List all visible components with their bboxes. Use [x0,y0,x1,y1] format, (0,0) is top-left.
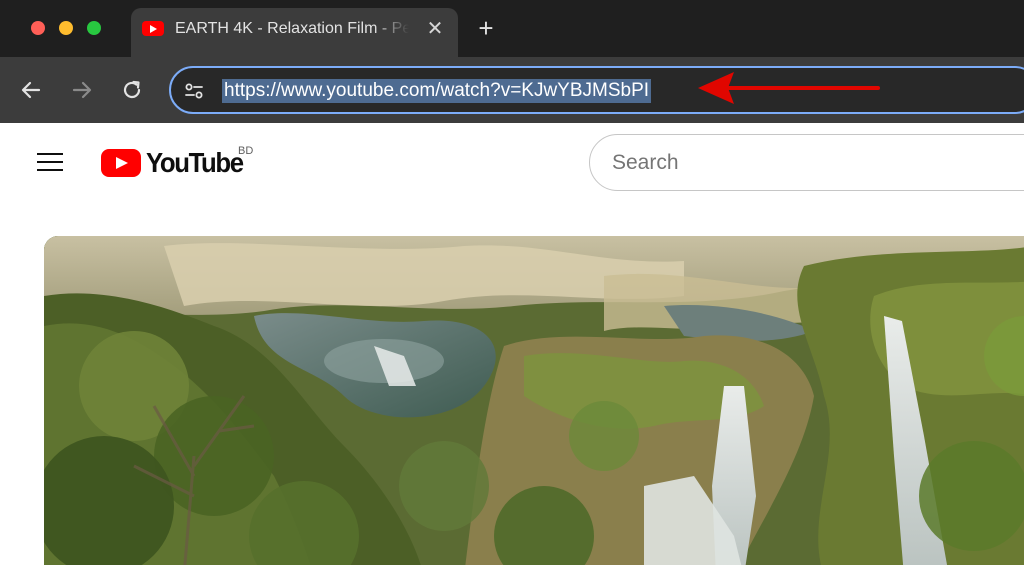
window-minimize-button[interactable] [59,21,73,35]
video-player[interactable] [44,236,1024,565]
new-tab-button[interactable]: + [473,15,499,41]
tab-title: EARTH 4K - Relaxation Film - Peaceful Re… [175,20,409,37]
reload-icon [123,80,141,99]
url-text[interactable]: https://www.youtube.com/watch?v=KJwYBJMS… [222,79,652,103]
annotation-arrow-icon [698,72,880,104]
youtube-play-logo-icon [101,149,141,177]
video-frame-image [44,236,1024,565]
youtube-header: YouTube BD [0,123,1024,203]
address-bar[interactable]: https://www.youtube.com/watch?v=KJwYBJMS… [169,66,1024,114]
back-button[interactable] [18,77,44,103]
youtube-favicon-icon [142,21,164,36]
forward-button[interactable] [69,77,95,103]
window-close-button[interactable] [31,21,45,35]
browser-tab-bar: EARTH 4K - Relaxation Film - Peaceful Re… [0,0,1024,57]
browser-tab[interactable]: EARTH 4K - Relaxation Film - Peaceful Re… [131,8,458,57]
tab-close-button[interactable]: ✕ [424,18,446,40]
search-input[interactable] [612,149,1012,177]
window-maximize-button[interactable] [87,21,101,35]
region-code: BD [238,145,254,157]
tune-icon[interactable] [183,80,205,102]
youtube-wordmark: YouTube [146,147,244,178]
reload-button[interactable] [119,77,145,103]
hamburger-menu-icon[interactable] [37,151,65,173]
youtube-logo[interactable]: YouTube BD [101,145,261,181]
arrow-right-icon [72,81,92,99]
search-box[interactable] [589,134,1024,191]
arrow-left-icon [21,81,41,99]
